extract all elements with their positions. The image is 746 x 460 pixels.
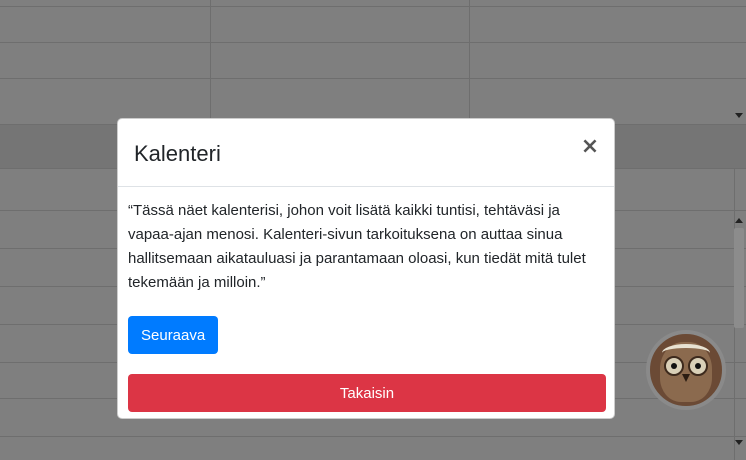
calendar-intro-modal: Kalenteri × “Tässä näet kalenterisi, joh… bbox=[117, 118, 615, 419]
owl-icon[interactable] bbox=[646, 330, 726, 410]
modal-body: “Tässä näet kalenterisi, johon voit lisä… bbox=[118, 187, 614, 412]
back-button[interactable]: Takaisin bbox=[128, 374, 606, 412]
modal-header: Kalenteri × bbox=[118, 119, 614, 187]
modal-title: Kalenteri bbox=[134, 141, 221, 166]
modal-description: “Tässä näet kalenterisi, johon voit lisä… bbox=[128, 202, 586, 291]
close-button[interactable]: × bbox=[580, 135, 600, 159]
next-button[interactable]: Seuraava bbox=[128, 316, 219, 354]
